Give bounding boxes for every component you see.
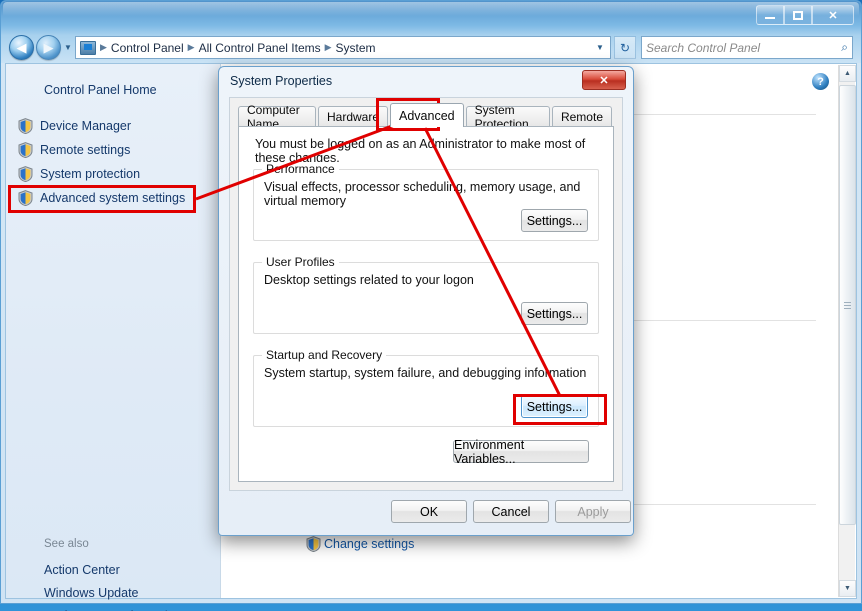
cancel-button[interactable]: Cancel <box>473 500 549 523</box>
administrator-note: You must be logged on as an Administrato… <box>255 137 586 165</box>
user-profiles-settings-button[interactable]: Settings... <box>521 302 588 325</box>
sidebar-item-remote-settings[interactable]: Remote settings <box>18 139 130 161</box>
search-icon: ⌕ <box>841 40 848 54</box>
scroll-down-button[interactable]: ▼ <box>839 580 856 597</box>
search-placeholder: Search Control Panel <box>646 40 761 55</box>
sidebar: Control Panel Home Device Manager Remote… <box>6 64 221 611</box>
sidebar-item-system-protection[interactable]: System protection <box>18 163 140 185</box>
dialog-footer: OK Cancel Apply <box>219 491 633 535</box>
refresh-icon: ↻ <box>619 40 631 55</box>
tab-page-advanced: You must be logged on as an Administrato… <box>238 126 614 482</box>
sidebar-link-action-center[interactable]: Action Center <box>44 563 204 578</box>
group-description: Visual effects, processor scheduling, me… <box>264 180 581 208</box>
close-button[interactable]: ✕ <box>812 5 854 25</box>
titlebar-sheen <box>3 2 859 16</box>
back-button[interactable]: ◀ <box>9 35 34 60</box>
shield-icon <box>18 166 33 182</box>
recent-pages-button[interactable]: ▼ <box>61 43 75 52</box>
sidebar-item-label: Remote settings <box>40 143 131 157</box>
startup-recovery-settings-button[interactable]: Settings... <box>521 395 588 418</box>
window-titlebar: ✕ ◀ ▶ ▼ ▶ Control Panel ▶ All Control Pa… <box>1 1 861 63</box>
refresh-button[interactable]: ↻ <box>614 36 636 59</box>
apply-button: Apply <box>555 500 631 523</box>
address-dropdown-icon[interactable]: ▼ <box>592 43 608 52</box>
scrollbar-thumb[interactable] <box>839 85 856 525</box>
scroll-up-button[interactable]: ▲ <box>839 65 856 82</box>
dialog-body: Computer Name Hardware Advanced System P… <box>229 97 623 491</box>
tab-computer-name[interactable]: Computer Name <box>238 103 316 131</box>
user-profiles-group: User Profiles Desktop settings related t… <box>253 255 599 334</box>
chevron-up-icon: ▲ <box>844 70 851 77</box>
shield-icon <box>18 118 33 134</box>
group-description: Desktop settings related to your logon <box>264 273 474 287</box>
forward-button[interactable]: ▶ <box>36 35 61 60</box>
minimize-button[interactable] <box>756 5 784 25</box>
performance-group: Performance Visual effects, processor sc… <box>253 162 599 241</box>
breadcrumb-item-system[interactable]: System <box>333 41 379 55</box>
tab-hardware[interactable]: Hardware <box>317 106 389 127</box>
maximize-button[interactable] <box>784 5 812 25</box>
window-controls: ✕ <box>756 5 854 25</box>
tab-remote[interactable]: Remote <box>551 106 612 127</box>
breadcrumb[interactable]: ▶ Control Panel ▶ All Control Panel Item… <box>75 36 611 59</box>
chevron-down-icon: ▼ <box>844 585 851 592</box>
help-icon[interactable]: ? <box>812 73 829 90</box>
sidebar-item-advanced-system-settings[interactable]: Advanced system settings <box>18 187 185 209</box>
change-settings-link[interactable]: Change settings <box>306 536 414 552</box>
tab-label: Hardware <box>326 110 380 124</box>
environment-variables-button[interactable]: Environment Variables... <box>453 438 589 466</box>
sidebar-item-label: Device Manager <box>40 119 132 133</box>
shield-icon <box>18 142 33 158</box>
dialog-close-button[interactable]: ✕ <box>582 70 626 90</box>
sidebar-link-windows-update[interactable]: Windows Update <box>44 586 204 601</box>
ok-button[interactable]: OK <box>391 500 467 523</box>
group-legend: User Profiles <box>262 255 339 269</box>
vertical-scrollbar[interactable]: ▲ ▼ <box>838 65 856 597</box>
close-icon: ✕ <box>599 74 609 87</box>
see-also-heading: See also <box>44 538 89 550</box>
performance-settings-button[interactable]: Settings... <box>521 209 588 232</box>
close-icon: ✕ <box>828 9 838 22</box>
group-legend: Performance <box>262 162 339 176</box>
breadcrumb-item-all-items[interactable]: All Control Panel Items <box>196 41 324 55</box>
tab-label: Advanced <box>399 108 455 123</box>
dialog-title: System Properties <box>230 74 333 88</box>
dialog-titlebar: System Properties ✕ <box>219 67 633 97</box>
grip-icon <box>844 301 851 309</box>
tab-system-protection[interactable]: System Protection <box>465 103 550 131</box>
back-arrow-icon: ◀ <box>16 39 27 55</box>
group-description: System startup, system failure, and debu… <box>264 366 587 380</box>
shield-icon <box>18 190 33 206</box>
tab-label: Remote <box>560 110 603 124</box>
breadcrumb-separator-icon: ▶ <box>324 42 332 52</box>
forward-arrow-icon: ▶ <box>43 39 54 55</box>
address-bar: ◀ ▶ ▼ ▶ Control Panel ▶ All Control Pane… <box>9 35 853 60</box>
sidebar-item-label: System protection <box>40 167 141 181</box>
tab-strip: Computer Name Hardware Advanced System P… <box>238 103 614 131</box>
change-settings-label: Change settings <box>324 537 415 551</box>
chevron-down-icon: ▼ <box>64 43 72 52</box>
breadcrumb-separator-icon: ▶ <box>100 42 107 52</box>
breadcrumb-item-control-panel[interactable]: Control Panel <box>108 41 187 55</box>
sidebar-item-device-manager[interactable]: Device Manager <box>18 115 131 137</box>
computer-icon <box>80 40 96 55</box>
breadcrumb-separator-icon: ▶ <box>187 42 195 52</box>
tab-advanced[interactable]: Advanced <box>390 103 464 127</box>
shield-icon <box>306 536 321 552</box>
startup-recovery-group: Startup and Recovery System startup, sys… <box>253 348 599 427</box>
sidebar-item-label: Advanced system settings <box>40 191 186 205</box>
sidebar-item-control-panel-home[interactable]: Control Panel Home <box>44 83 157 97</box>
search-input[interactable]: Search Control Panel ⌕ <box>641 36 853 59</box>
minimize-icon <box>765 17 775 19</box>
group-legend: Startup and Recovery <box>262 348 387 362</box>
system-properties-dialog: System Properties ✕ Computer Name Hardwa… <box>218 66 634 536</box>
maximize-icon <box>793 10 803 20</box>
